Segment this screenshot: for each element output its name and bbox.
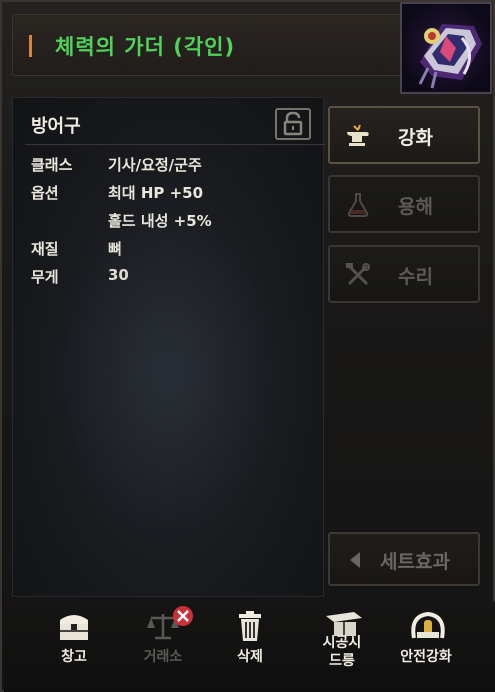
chest-icon [60, 615, 88, 640]
shield-gauge-icon [411, 611, 445, 639]
dissolve-button[interactable]: 용해 [328, 175, 480, 233]
item-name: 체력의 가더 (각인) [55, 35, 236, 59]
stat-value-material: 뼈 [108, 240, 122, 258]
blocked-icon [173, 606, 193, 626]
safe-enchant-label: 안전강화 [400, 649, 452, 665]
garter-item-icon[interactable] [400, 2, 492, 94]
title-bar: 체력의 가더 (각인) [12, 14, 402, 76]
left-arrow-icon [350, 552, 360, 568]
warehouse-label: 창고 [61, 649, 87, 665]
repair-label: 수리 [398, 266, 433, 288]
item-category: 방어구 [31, 116, 81, 137]
time-drum-button[interactable]: 시공시 드릉 [302, 608, 382, 688]
stat-label-class: 클래스 [31, 156, 73, 174]
enchant-label: 강화 [398, 127, 433, 149]
delete-label: 삭제 [237, 649, 263, 665]
flask-icon [344, 191, 372, 219]
repair-button[interactable]: 수리 [328, 245, 480, 303]
stat-label-weight: 무게 [31, 268, 59, 286]
padlock-icon[interactable] [275, 108, 311, 140]
enchant-anvil-icon [344, 122, 372, 150]
item-stats-panel: 방어구 클래스 기사/요정/군주 옵션 최대 HP +50 홀드 내성 +5% … [12, 97, 325, 597]
time-drum-label: 시공시 드릉 [322, 635, 362, 669]
enchant-button[interactable]: 강화 [328, 106, 480, 164]
title-accent-bar [29, 35, 32, 57]
exchange-button[interactable]: 거래소 [123, 606, 203, 688]
delete-button[interactable]: 삭제 [210, 608, 290, 688]
stat-value-class: 기사/요정/군주 [108, 156, 202, 174]
set-effect-button[interactable]: 세트효과 [328, 532, 480, 586]
item-detail-window: 체력의 가더 (각인) 방어구 클래스 기사/요정/군주 옵션 최대 HP +5… [0, 0, 495, 692]
warehouse-button[interactable]: 창고 [34, 608, 114, 688]
stat-value-hold-resist: 홀드 내성 +5% [108, 212, 212, 230]
trash-icon [239, 611, 261, 641]
stats-divider [25, 144, 325, 145]
repair-tools-icon [344, 261, 372, 289]
dissolve-label: 용해 [398, 196, 433, 218]
stat-label-option: 옵션 [31, 184, 59, 202]
stat-value-max-hp: 최대 HP +50 [108, 184, 204, 202]
stat-value-weight: 30 [108, 266, 129, 284]
exchange-label: 거래소 [143, 649, 183, 665]
stat-label-material: 재질 [31, 240, 59, 258]
safe-enchant-button[interactable]: 안전강화 [386, 608, 466, 688]
set-effect-label: 세트효과 [380, 551, 450, 573]
